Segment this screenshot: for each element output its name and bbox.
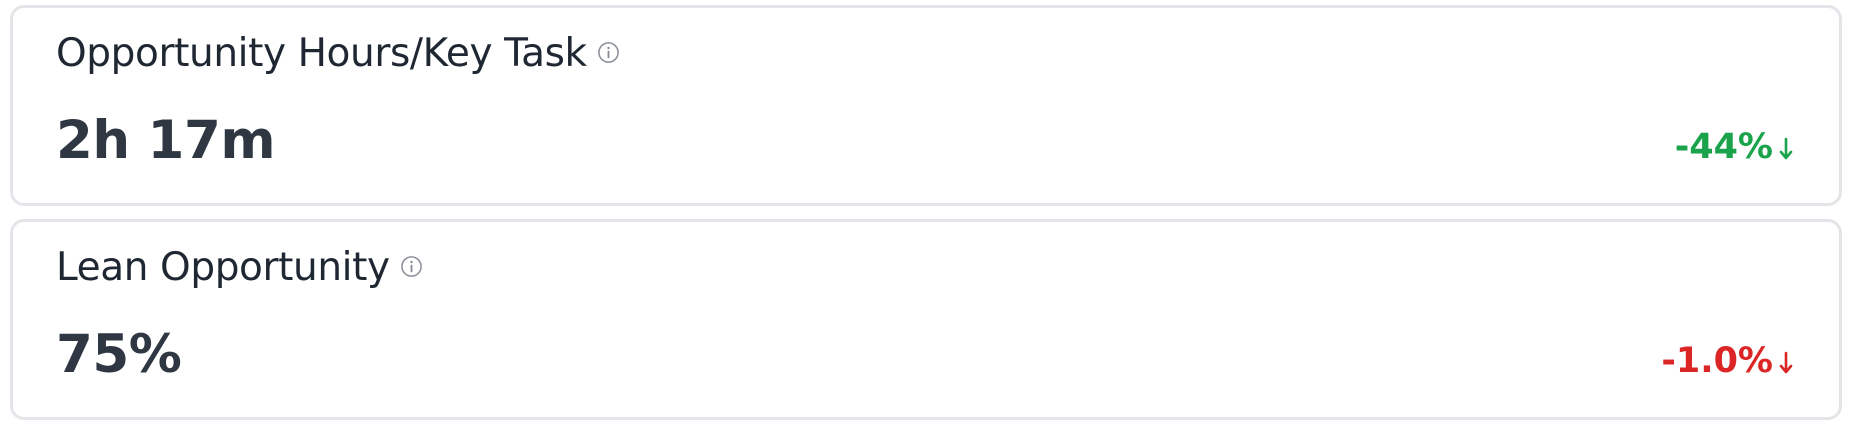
metric-change-text: -1.0% bbox=[1661, 341, 1773, 381]
metric-change: -1.0% bbox=[1661, 344, 1793, 379]
metric-change: -44% bbox=[1675, 130, 1793, 165]
metric-value: 75% bbox=[56, 324, 182, 385]
info-icon[interactable] bbox=[400, 255, 423, 278]
metric-title: Opportunity Hours/Key Task bbox=[56, 34, 620, 73]
metric-title: Lean Opportunity bbox=[56, 248, 423, 287]
metric-change-text: -44% bbox=[1674, 127, 1773, 167]
metric-title-text: Opportunity Hours/Key Task bbox=[56, 31, 587, 76]
metric-title-text: Lean Opportunity bbox=[56, 245, 390, 290]
metric-value: 2h 17m bbox=[56, 110, 276, 171]
arrow-down-icon bbox=[1779, 133, 1793, 163]
arrow-down-icon bbox=[1779, 347, 1793, 377]
metric-card-opportunity-hours: Opportunity Hours/Key Task 2h 17m -44% bbox=[10, 5, 1842, 206]
metric-card-lean-opportunity: Lean Opportunity 75% -1.0% bbox=[10, 219, 1842, 420]
info-icon[interactable] bbox=[597, 41, 620, 64]
